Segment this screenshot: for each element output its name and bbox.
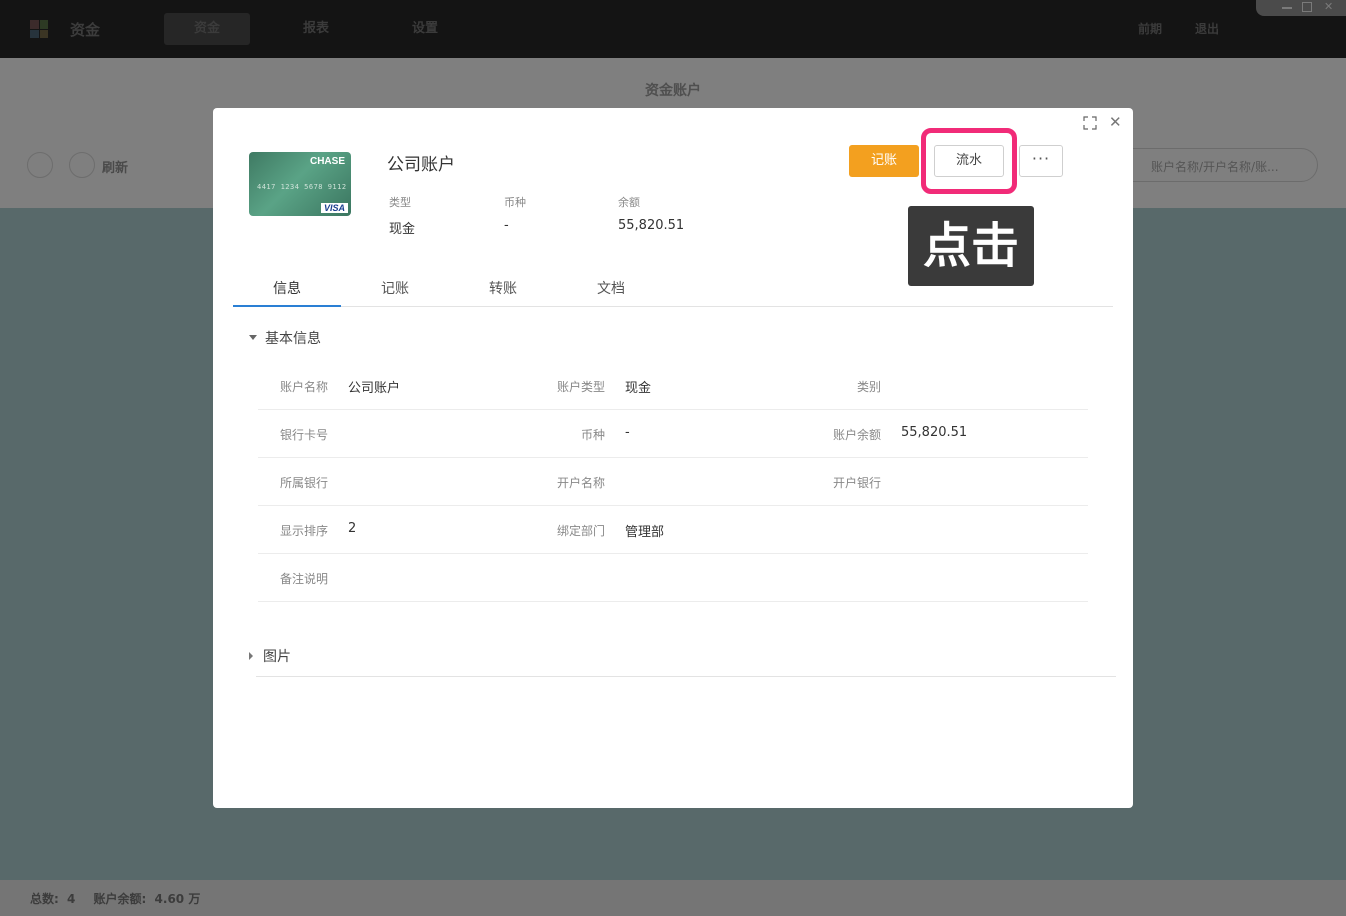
info-row: 显示排序 2 绑定部门 管理部 [258,506,1088,554]
tab-transfer[interactable]: 转账 [449,278,557,307]
record-button[interactable]: 记账 [849,145,919,177]
footer-balance-value: 4.60 万 [154,892,201,906]
click-highlight-box [921,128,1017,194]
label-display-order: 显示排序 [279,524,328,538]
value-display-order: 2 [348,521,357,536]
refresh-icon[interactable] [69,152,95,178]
value-currency: - [625,425,630,440]
account-detail-modal: ✕ CHASE 4417 1234 5678 9112 VISA 公司账户 类型… [213,108,1133,808]
detail-tabs: 信息 记账 转账 文档 [233,278,1113,307]
label-holder-name: 开户名称 [556,476,605,490]
minimize-icon[interactable] [1282,7,1292,9]
label-bank: 所属银行 [279,476,328,490]
tab-documents[interactable]: 文档 [557,278,665,307]
meta-label-type: 类型 [389,196,411,209]
value-account-name: 公司账户 [348,381,401,396]
info-row: 账户名称 公司账户 账户类型 现金 类别 [258,362,1088,410]
label-card-number: 银行卡号 [279,428,328,442]
section-pictures-label: 图片 [263,649,291,665]
page-title: 资金账户 [645,83,701,99]
window-controls: ✕ [1256,0,1346,16]
meta-value-balance: 55,820.51 [618,218,685,233]
section-pictures[interactable]: 图片 [249,646,291,666]
nav-item-reports[interactable]: 报表 [273,13,359,45]
value-department: 管理部 [625,525,665,540]
meta-value-type: 现金 [389,222,416,237]
menu-icon[interactable] [27,152,53,178]
nav-item-funds[interactable]: 资金 [164,13,250,45]
footer-total-value: 4 [67,892,76,906]
fullscreen-icon[interactable] [1083,116,1097,130]
label-category: 类别 [856,380,881,394]
refresh-button[interactable]: 刷新 [102,157,128,176]
card-brand: CHASE [309,156,345,167]
basic-info-table: 账户名称 公司账户 账户类型 现金 类别 银行卡号 币种 - 账户余额 55,8… [258,362,1088,602]
section-basic-info[interactable]: 基本信息 [249,328,321,348]
window-close-icon[interactable]: ✕ [1324,1,1334,12]
meta-label-currency: 币种 [504,196,526,209]
label-currency: 币种 [580,428,605,442]
app-logo-icon [30,20,48,38]
info-row: 所属银行 开户名称 开户银行 [258,458,1088,506]
nav-item-settings[interactable]: 设置 [382,13,468,45]
label-account-name: 账户名称 [279,380,328,394]
card-network: VISA [320,203,348,213]
top-link-period[interactable]: 前期 [1138,20,1162,37]
top-link-logout[interactable]: 退出 [1195,20,1219,37]
label-account-type: 账户类型 [556,380,605,394]
top-bar: 资金 资金 报表 设置 前期 退出 ✕ [0,0,1346,58]
footer-balance-label: 账户余额: [93,892,147,906]
value-account-type: 现金 [625,381,652,396]
card-number: 4417 1234 5678 9112 [257,183,347,191]
caret-right-icon [249,652,253,660]
click-hint-tooltip: 点击 [908,206,1034,286]
value-account-balance: 55,820.51 [901,425,968,440]
bank-card-image: CHASE 4417 1234 5678 9112 VISA [249,152,351,216]
label-opening-bank: 开户银行 [832,476,881,490]
status-footer: 总数: 4 账户余额: 4.60 万 [0,880,1346,916]
tab-record[interactable]: 记账 [341,278,449,307]
close-icon[interactable]: ✕ [1109,115,1122,130]
maximize-icon[interactable] [1302,2,1312,12]
divider [256,676,1116,677]
app-title: 资金 [70,21,101,39]
section-basic-info-label: 基本信息 [265,331,321,347]
meta-label-balance: 余额 [618,196,640,209]
info-row: 银行卡号 币种 - 账户余额 55,820.51 [258,410,1088,458]
label-account-balance: 账户余额 [832,428,881,442]
account-title: 公司账户 [387,155,455,175]
label-remarks: 备注说明 [279,572,328,586]
more-button[interactable]: ··· [1019,145,1063,177]
info-row: 备注说明 [258,554,1088,602]
label-department: 绑定部门 [556,524,605,538]
tab-info[interactable]: 信息 [233,278,341,307]
meta-value-currency: - [504,218,509,233]
caret-down-icon [249,334,257,340]
footer-total-label: 总数: [30,892,59,906]
